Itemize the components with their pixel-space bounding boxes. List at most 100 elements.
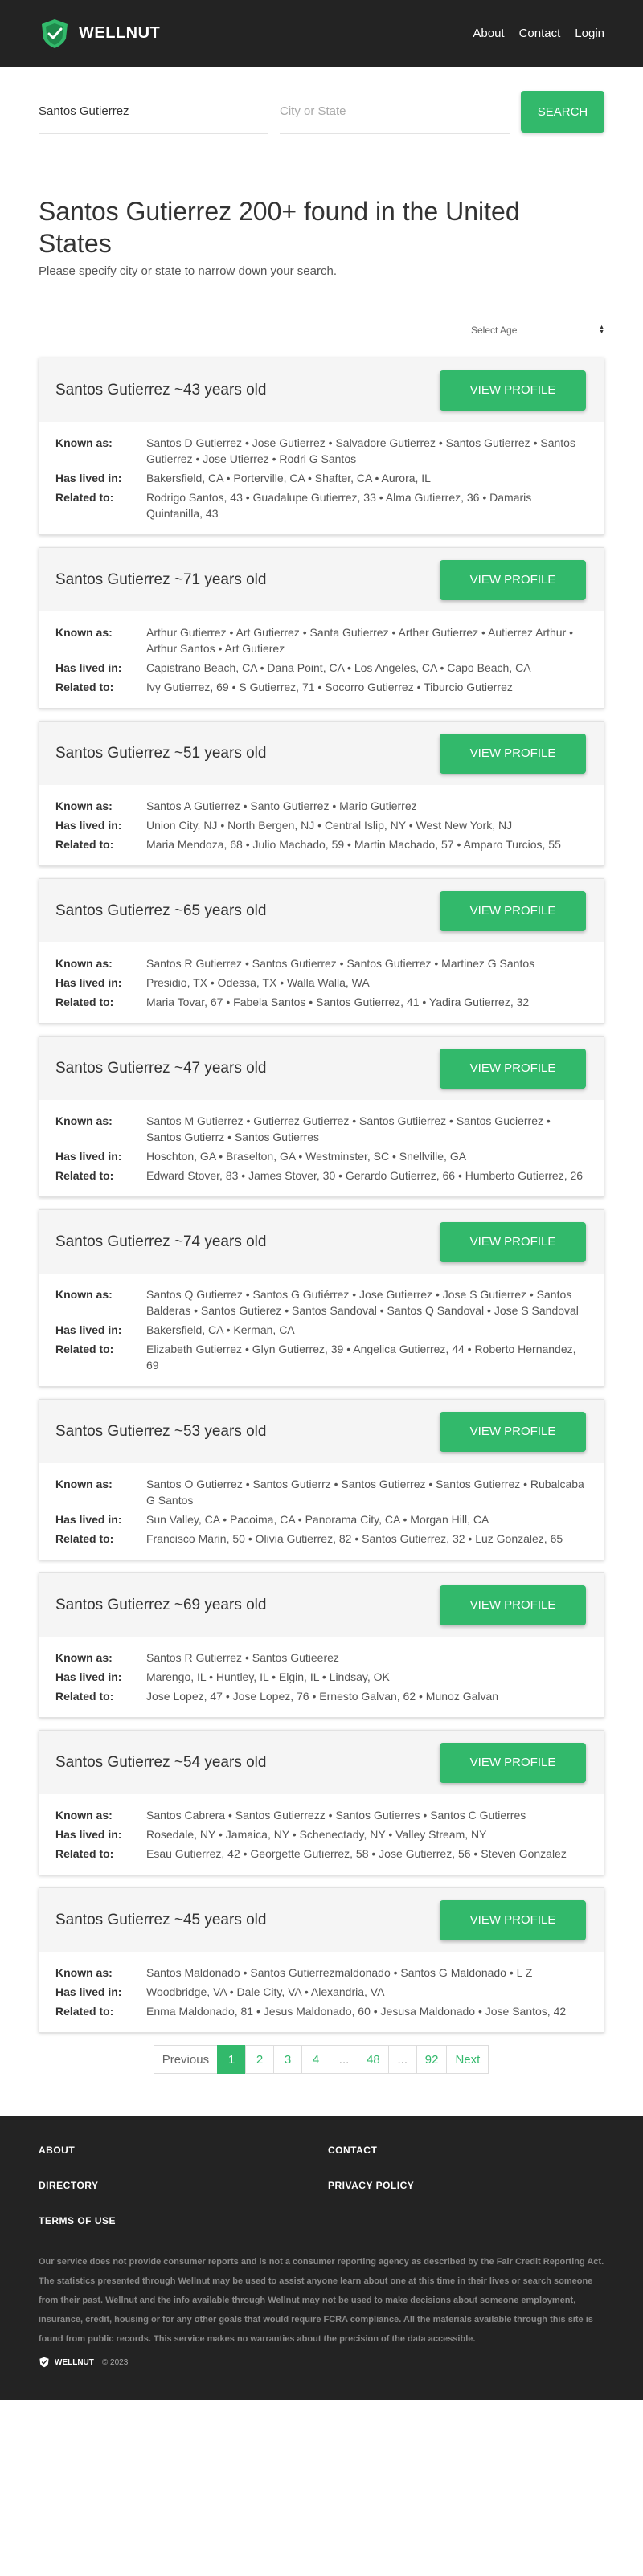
- related-to-row: Related to: Rodrigo Santos, 43 • Guadalup…: [55, 489, 588, 521]
- age-select[interactable]: Select Age ▲ ▼: [471, 314, 604, 346]
- known-as-label: Known as:: [55, 1651, 113, 1664]
- view-profile-button[interactable]: VIEW PROFILE: [440, 890, 586, 931]
- known-as-label: Known as:: [55, 1114, 113, 1127]
- result-card: Santos Gutierrez ~54 years old VIEW PROFI…: [39, 1730, 604, 1875]
- lived-in-label: Has lived in:: [55, 976, 122, 989]
- known-as-value: Santos A Gutierrez • Santo Gutierrez • M…: [146, 799, 417, 812]
- result-card-body: Known as: Santos A Gutierrez • Santo Guti…: [39, 785, 604, 865]
- view-profile-button[interactable]: VIEW PROFILE: [440, 1742, 586, 1783]
- lived-in-value: Marengo, IL • Huntley, IL • Elgin, IL • …: [146, 1670, 390, 1683]
- result-name: Santos Gutierrez ~71 years old: [55, 570, 267, 588]
- related-to-label: Related to:: [55, 491, 114, 504]
- lived-in-label: Has lived in:: [55, 1513, 122, 1526]
- footer-bottom: WELLNUT © 2023: [39, 2357, 604, 2368]
- name-search-input[interactable]: [39, 89, 268, 134]
- nav-about[interactable]: About: [473, 27, 504, 40]
- result-card-body: Known as: Santos R Gutierrez • Santos Gut…: [39, 942, 604, 1023]
- view-profile-button[interactable]: VIEW PROFILE: [440, 559, 586, 600]
- known-as-value: Santos R Gutierrez • Santos Gutieerez: [146, 1651, 339, 1664]
- pagination-page[interactable]: 3: [273, 2045, 303, 2074]
- brand[interactable]: WELLNUT: [39, 18, 160, 50]
- footer-link-directory[interactable]: DIRECTORY: [39, 2180, 328, 2191]
- footer-link-privacy[interactable]: PRIVACY POLICY: [328, 2180, 617, 2191]
- known-as-row: Known as: Santos R Gutierrez • Santos Gut…: [55, 955, 588, 971]
- search-button[interactable]: SEARCH: [521, 91, 604, 133]
- related-to-row: Related to: Edward Stover, 83 • James Sto…: [55, 1167, 588, 1184]
- view-profile-button[interactable]: VIEW PROFILE: [440, 1899, 586, 1940]
- lived-in-value: Capistrano Beach, CA • Dana Point, CA • …: [146, 661, 531, 674]
- view-profile-button[interactable]: VIEW PROFILE: [440, 1221, 586, 1262]
- result-name: Santos Gutierrez ~54 years old: [55, 1753, 267, 1771]
- known-as-label: Known as:: [55, 1288, 113, 1301]
- footer-link-about[interactable]: ABOUT: [39, 2145, 328, 2156]
- result-card-header: Santos Gutierrez ~53 years old VIEW PROFI…: [39, 1400, 604, 1463]
- pagination-next[interactable]: Next: [446, 2045, 489, 2074]
- lived-in-row: Has lived in: Marengo, IL • Huntley, IL •…: [55, 1669, 588, 1685]
- view-profile-button[interactable]: VIEW PROFILE: [440, 1411, 586, 1452]
- result-name: Santos Gutierrez ~65 years old: [55, 902, 267, 919]
- related-to-value: Francisco Marin, 50 • Olivia Gutierrez, …: [146, 1532, 563, 1545]
- lived-in-value: Presidio, TX • Odessa, TX • Walla Walla,…: [146, 976, 370, 989]
- pagination: Previous 1 2 3 4... 48... 92 Next: [0, 2045, 643, 2116]
- result-card-header: Santos Gutierrez ~43 years old VIEW PROFI…: [39, 358, 604, 422]
- footer-link-contact[interactable]: CONTACT: [328, 2145, 617, 2156]
- view-profile-button[interactable]: VIEW PROFILE: [440, 370, 586, 411]
- result-card: Santos Gutierrez ~74 years old VIEW PROFI…: [39, 1209, 604, 1387]
- known-as-label: Known as:: [55, 799, 113, 812]
- related-to-value: Jose Lopez, 47 • Jose Lopez, 76 • Ernest…: [146, 1690, 499, 1703]
- related-to-label: Related to:: [55, 996, 114, 1008]
- lived-in-label: Has lived in:: [55, 1323, 122, 1336]
- related-to-label: Related to:: [55, 1343, 114, 1355]
- known-as-value: Santos Q Gutierrez • Santos G Gutiérrez …: [146, 1288, 579, 1317]
- related-to-row: Related to: Esau Gutierrez, 42 • Georgett…: [55, 1846, 588, 1862]
- result-card: Santos Gutierrez ~53 years old VIEW PROFI…: [39, 1399, 604, 1560]
- result-card-body: Known as: Arthur Gutierrez • Art Gutierre…: [39, 611, 604, 708]
- lived-in-row: Has lived in: Sun Valley, CA • Pacoima, C…: [55, 1511, 588, 1527]
- related-to-label: Related to:: [55, 1847, 114, 1860]
- result-name: Santos Gutierrez ~43 years old: [55, 381, 267, 399]
- location-search-input[interactable]: [280, 89, 510, 134]
- pagination-page-current[interactable]: 1: [217, 2045, 247, 2074]
- known-as-value: Santos M Gutierrez • Gutierrez Gutierrez…: [146, 1114, 551, 1143]
- related-to-row: Related to: Elizabeth Gutierrez • Glyn Gu…: [55, 1341, 588, 1373]
- lived-in-row: Has lived in: Union City, NJ • North Berg…: [55, 817, 588, 833]
- related-to-row: Related to: Ivy Gutierrez, 69 • S Gutierr…: [55, 679, 588, 695]
- lived-in-value: Woodbridge, VA • Dale City, VA • Alexand…: [146, 1985, 385, 1998]
- footer-link-terms[interactable]: TERMS OF USE: [39, 2215, 328, 2226]
- result-card: Santos Gutierrez ~69 years old VIEW PROFI…: [39, 1572, 604, 1718]
- result-card-header: Santos Gutierrez ~45 years old VIEW PROFI…: [39, 1888, 604, 1952]
- sort-caret-icon: ▲ ▼: [599, 324, 604, 335]
- nav-login[interactable]: Login: [575, 27, 604, 40]
- known-as-value: Santos D Gutierrez • Jose Gutierrez • Sa…: [146, 436, 575, 465]
- result-card-header: Santos Gutierrez ~71 years old VIEW PROFI…: [39, 548, 604, 611]
- known-as-label: Known as:: [55, 436, 113, 449]
- result-name: Santos Gutierrez ~53 years old: [55, 1422, 267, 1440]
- pagination-page[interactable]: 92: [416, 2045, 448, 2074]
- nav-contact[interactable]: Contact: [519, 27, 561, 40]
- footer: ABOUT CONTACT DIRECTORY PRIVACY POLICY T…: [0, 2116, 643, 2400]
- lived-in-value: Sun Valley, CA • Pacoima, CA • Panorama …: [146, 1513, 489, 1526]
- pagination-previous[interactable]: Previous: [153, 2045, 219, 2074]
- related-to-label: Related to:: [55, 838, 114, 851]
- related-to-value: Elizabeth Gutierrez • Glyn Gutierrez, 39…: [146, 1343, 576, 1372]
- pagination-page[interactable]: 4: [301, 2045, 331, 2074]
- related-to-label: Related to:: [55, 1690, 114, 1703]
- view-profile-button[interactable]: VIEW PROFILE: [440, 733, 586, 774]
- pagination-page[interactable]: 48: [358, 2045, 389, 2074]
- known-as-row: Known as: Santos O Gutierrez • Santos Gut…: [55, 1476, 588, 1508]
- lived-in-label: Has lived in:: [55, 819, 122, 832]
- result-card-header: Santos Gutierrez ~74 years old VIEW PROFI…: [39, 1210, 604, 1274]
- result-card: Santos Gutierrez ~51 years old VIEW PROFI…: [39, 721, 604, 866]
- lived-in-value: Bakersfield, CA • Kerman, CA: [146, 1323, 295, 1336]
- view-profile-button[interactable]: VIEW PROFILE: [440, 1584, 586, 1625]
- view-profile-button[interactable]: VIEW PROFILE: [440, 1048, 586, 1089]
- pagination-page[interactable]: 2: [245, 2045, 275, 2074]
- related-to-value: Ivy Gutierrez, 69 • S Gutierrez, 71 • So…: [146, 681, 513, 693]
- related-to-label: Related to:: [55, 1169, 114, 1182]
- result-card-header: Santos Gutierrez ~65 years old VIEW PROFI…: [39, 879, 604, 942]
- page-title: Santos Gutierrez 200+ found in the Unite…: [39, 197, 520, 258]
- related-to-value: Maria Tovar, 67 • Fabela Santos • Santos…: [146, 996, 530, 1008]
- known-as-row: Known as: Arthur Gutierrez • Art Gutierre…: [55, 624, 588, 656]
- result-card-body: Known as: Santos Q Gutierrez • Santos G G…: [39, 1274, 604, 1386]
- known-as-label: Known as:: [55, 957, 113, 970]
